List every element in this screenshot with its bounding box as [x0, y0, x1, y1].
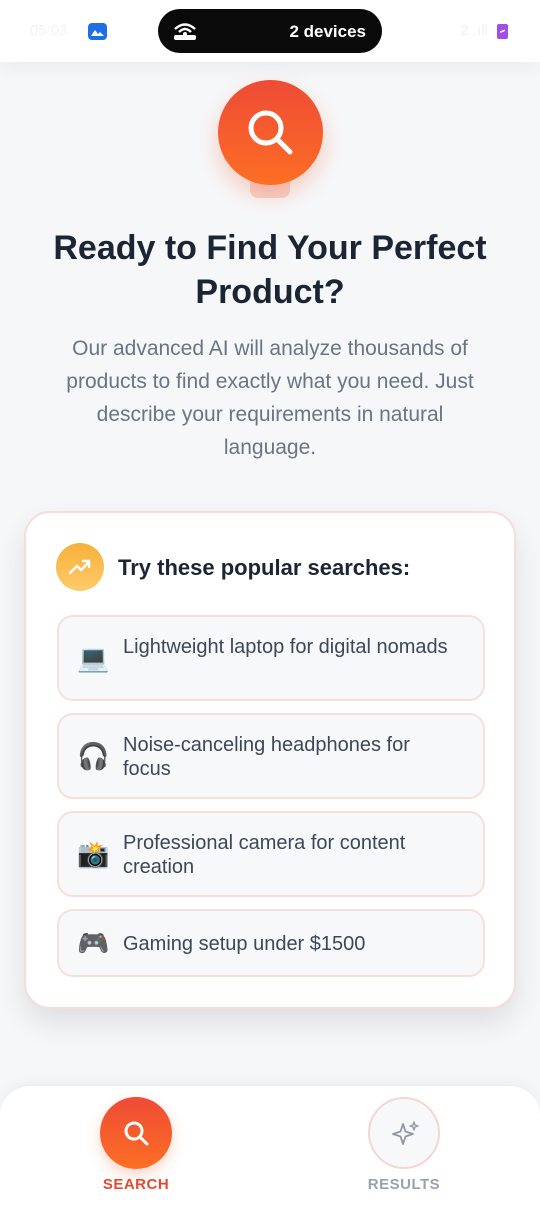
- notification-app-icon: [88, 23, 107, 40]
- popular-searches-card: Try these popular searches: 💻 Lightweigh…: [24, 511, 516, 1009]
- nav-results-label: RESULTS: [367, 1176, 441, 1193]
- suggestion-label: Lightweight laptop for digital nomads: [123, 636, 448, 658]
- suggestion-label: Gaming setup under $1500: [123, 933, 366, 955]
- page-description: Our advanced AI will analyze thousands o…: [66, 337, 474, 459]
- trending-up-icon: [56, 543, 104, 591]
- cast-devices-label: 2 devices: [289, 22, 366, 41]
- status-time: 05:03: [30, 22, 68, 39]
- suggestion-headphones[interactable]: 🎧 Noise-canceling headphones for focus: [57, 713, 485, 799]
- battery-icon: [497, 24, 508, 39]
- search-icon: [100, 1097, 172, 1169]
- camera-icon: 📸: [77, 839, 110, 869]
- headphones-icon: 🎧: [77, 741, 110, 771]
- suggestion-camera[interactable]: 📸 Professional camera for content creati…: [57, 811, 485, 897]
- sparkles-icon: [368, 1097, 440, 1169]
- nav-search-tab[interactable]: SEARCH: [61, 1086, 211, 1206]
- laptop-icon: 💻: [77, 643, 110, 673]
- cast-icon: [172, 20, 198, 47]
- bottom-nav: SEARCH RESULTS: [0, 1085, 540, 1206]
- signal-indicator: 2 .ıll: [460, 22, 488, 39]
- nav-results-tab[interactable]: RESULTS: [329, 1086, 479, 1206]
- popular-searches-heading: Try these popular searches:: [118, 555, 411, 580]
- cast-pill[interactable]: 2 devices: [158, 9, 382, 53]
- hero-search-icon: [218, 80, 323, 185]
- suggestion-label: Noise-canceling headphones for focus: [123, 734, 410, 780]
- suggestion-label: Professional camera for content creation: [123, 832, 406, 878]
- page-title: Ready to Find Your Perfect Product?: [53, 229, 487, 311]
- status-bar: 05:03 2 devices 2 .ıll: [0, 0, 540, 62]
- suggestion-gaming[interactable]: 🎮 Gaming setup under $1500: [57, 909, 485, 977]
- nav-search-label: SEARCH: [102, 1176, 170, 1193]
- suggestion-laptop[interactable]: 💻 Lightweight laptop for digital nomads: [57, 615, 485, 701]
- gamepad-icon: 🎮: [77, 928, 110, 958]
- app-screen: 05:03 2 devices 2 .ıll Ready to Find You…: [0, 0, 540, 1206]
